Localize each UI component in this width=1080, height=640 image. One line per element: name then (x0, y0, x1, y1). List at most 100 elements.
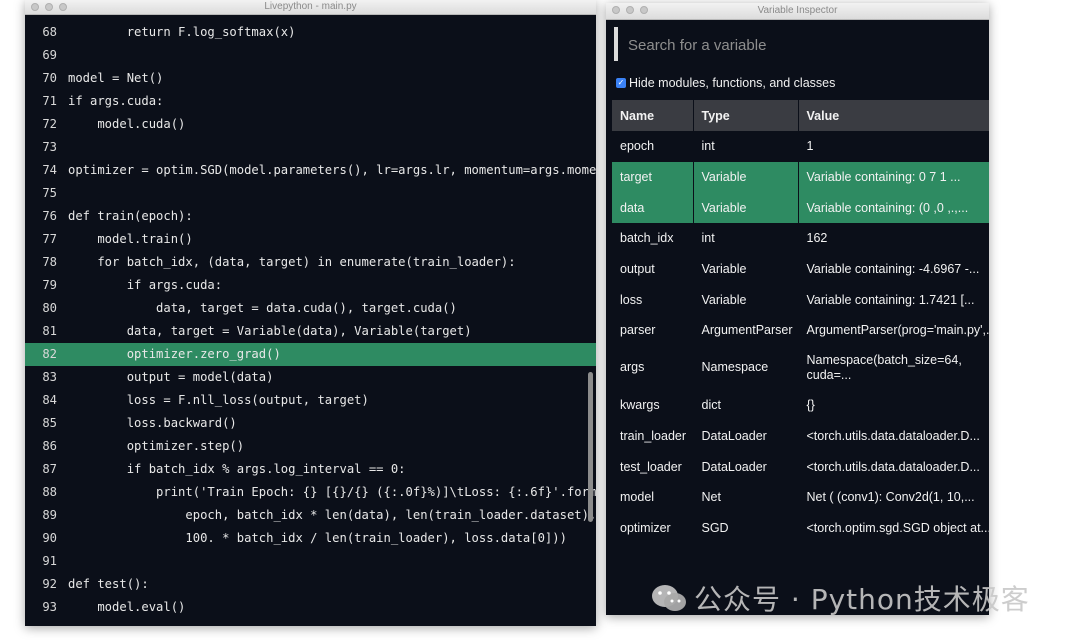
table-row[interactable]: loss Variable Variable containing: 1.7421 … (612, 284, 989, 316)
cell-value: <torch.utils.data.dataloader.D... (798, 420, 989, 452)
cell-name: model (612, 481, 694, 513)
line-number: 86 (42, 439, 57, 453)
code-line[interactable]: 87 if batch_idx % args.log_interval == 0… (25, 458, 596, 481)
inspector-window: Variable Inspector ✓ Hide modules, funct… (606, 3, 989, 615)
line-number: 69 (42, 48, 57, 62)
watermark-text: 公众号 · Python技术极客 (694, 583, 1030, 616)
search-input[interactable] (626, 27, 989, 63)
header-type[interactable]: Type (693, 100, 799, 131)
cell-type: Variable (693, 253, 799, 285)
line-number: 78 (42, 255, 57, 269)
code-line[interactable]: 88 print('Train Epoch: {} [{}/{} ({:.0f}… (25, 481, 596, 504)
code-line[interactable]: 84 loss = F.nll_loss(output, target) (25, 389, 596, 412)
checkbox-icon[interactable]: ✓ (616, 78, 626, 88)
code-line[interactable]: 85 loss.backward() (25, 412, 596, 435)
code-line[interactable]: 83 output = model(data) (25, 366, 596, 389)
line-number: 85 (42, 416, 57, 430)
code-line[interactable]: 73 (25, 136, 596, 159)
code-line[interactable]: 71 if args.cuda: (25, 90, 596, 113)
line-code: output = model(data) (68, 370, 274, 384)
code-line[interactable]: 72 model.cuda() (25, 113, 596, 136)
table-row[interactable]: batch_idx int 162 (612, 223, 989, 254)
code-line[interactable]: 90 100. * batch_idx / len(train_loader),… (25, 527, 596, 550)
line-code: if args.cuda: (68, 94, 164, 108)
table-row[interactable]: output Variable Variable containing: -4.69… (612, 253, 989, 285)
line-number: 71 (42, 94, 57, 108)
code-line[interactable]: 69 (25, 44, 596, 67)
table-row[interactable]: train_loader DataLoader <torch.utils.data.… (612, 420, 989, 452)
cell-type: Variable (693, 192, 799, 224)
cell-value: Variable containing: (0 ,0 ,.,... (798, 192, 989, 224)
table-row[interactable]: parser ArgumentParser ArgumentParser(prog=… (612, 315, 989, 346)
table-row[interactable]: optimizer SGD <torch.optim.sgd.SGD object … (612, 512, 989, 544)
line-number: 88 (42, 485, 57, 499)
line-number: 90 (42, 531, 57, 545)
cell-name: train_loader (612, 420, 694, 452)
cell-name: kwargs (612, 389, 694, 421)
code-line[interactable]: 86 optimizer.step() (25, 435, 596, 458)
code-line[interactable]: 70 model = Net() (25, 67, 596, 90)
watermark: 公众号 · Python技术极客 (650, 578, 1030, 618)
line-number: 84 (42, 393, 57, 407)
line-number: 73 (42, 140, 57, 154)
cell-type: SGD (693, 512, 799, 544)
table-row[interactable]: kwargs dict{} (612, 389, 989, 421)
cell-value: Variable containing: -4.6967 -... (798, 253, 989, 285)
code-line[interactable]: 91 (25, 550, 596, 573)
line-code: 100. * batch_idx / len(train_loader), lo… (68, 531, 567, 545)
cell-type: Variable (693, 284, 799, 316)
line-number: 75 (42, 186, 57, 200)
table-row[interactable]: model Net Net ( (conv1): Conv2d(1, 10,... (612, 481, 989, 513)
line-code: if args.cuda: (68, 278, 223, 292)
code-line[interactable]: 81 data, target = Variable(data), Variab… (25, 320, 596, 343)
cell-type: DataLoader (693, 451, 799, 482)
code-line[interactable]: 92 def test(): (25, 573, 596, 596)
code-line[interactable]: 76 def train(epoch): (25, 205, 596, 228)
line-number: 89 (42, 508, 57, 522)
line-number: 79 (42, 278, 57, 292)
editor-window: Livepython - main.py 68 return F.log_sof… (25, 0, 596, 626)
line-code: data, target = Variable(data), Variable(… (68, 324, 472, 338)
table-header: Name Type Value (612, 100, 989, 131)
line-number: 74 (42, 163, 57, 177)
code-line[interactable]: 78 for batch_idx, (data, target) in enum… (25, 251, 596, 274)
code-view[interactable]: 68 return F.log_softmax(x) 69 70 model = Ne… (25, 21, 596, 619)
table-row[interactable]: target Variable Variable containing: 0 7 1… (612, 161, 989, 193)
table-row[interactable]: args Namespace Namespace(batch_size=64, cu… (612, 345, 989, 390)
hide-modules-toggle[interactable]: ✓ Hide modules, functions, and classes (616, 76, 835, 90)
line-code: optimizer.step() (68, 439, 245, 453)
code-line[interactable]: 80 data, target = data.cuda(), target.cu… (25, 297, 596, 320)
cell-type: dict (693, 389, 799, 421)
table-row[interactable]: test_loader DataLoader <torch.utils.data.d… (612, 451, 989, 482)
cell-type: int (693, 223, 799, 254)
line-number: 87 (42, 462, 57, 476)
variables-table: Name Type Value epoch int 1 target Variable V… (612, 100, 989, 544)
editor-titlebar: Livepython - main.py (25, 0, 596, 15)
code-line[interactable]: 75 (25, 182, 596, 205)
code-line[interactable]: 89 epoch, batch_idx * len(data), len(tra… (25, 504, 596, 527)
line-number: 68 (42, 25, 57, 39)
line-code: print('Train Epoch: {} [{}/{} ({:.0f}%)]… (68, 485, 596, 499)
cell-type: Namespace (693, 345, 799, 390)
line-code: def train(epoch): (68, 209, 193, 223)
code-line[interactable]: 77 model.train() (25, 228, 596, 251)
cell-value: 1 (798, 131, 989, 162)
cell-value: Namespace(batch_size=64, cuda=... (798, 345, 989, 390)
scrollbar[interactable] (588, 372, 593, 522)
header-value[interactable]: Value (798, 100, 989, 131)
cell-type: int (693, 131, 799, 162)
code-line[interactable]: 68 return F.log_softmax(x) (25, 21, 596, 44)
search-box[interactable] (614, 27, 989, 63)
cell-type: DataLoader (693, 420, 799, 452)
code-line[interactable]: 74 optimizer = optim.SGD(model.parameters… (25, 159, 596, 182)
line-number: 76 (42, 209, 57, 223)
line-code: loss.backward() (68, 416, 237, 430)
current-line[interactable]: 82 optimizer.zero_grad() (25, 343, 596, 366)
table-row[interactable]: epoch int 1 (612, 131, 989, 162)
code-line[interactable]: 93 model.eval() (25, 596, 596, 619)
cell-value: Net ( (conv1): Conv2d(1, 10,... (798, 481, 989, 513)
code-line[interactable]: 79 if args.cuda: (25, 274, 596, 297)
cell-type: Net (693, 481, 799, 513)
table-row[interactable]: data Variable Variable containing: (0 ,0 ,… (612, 192, 989, 224)
header-name[interactable]: Name (612, 100, 694, 131)
